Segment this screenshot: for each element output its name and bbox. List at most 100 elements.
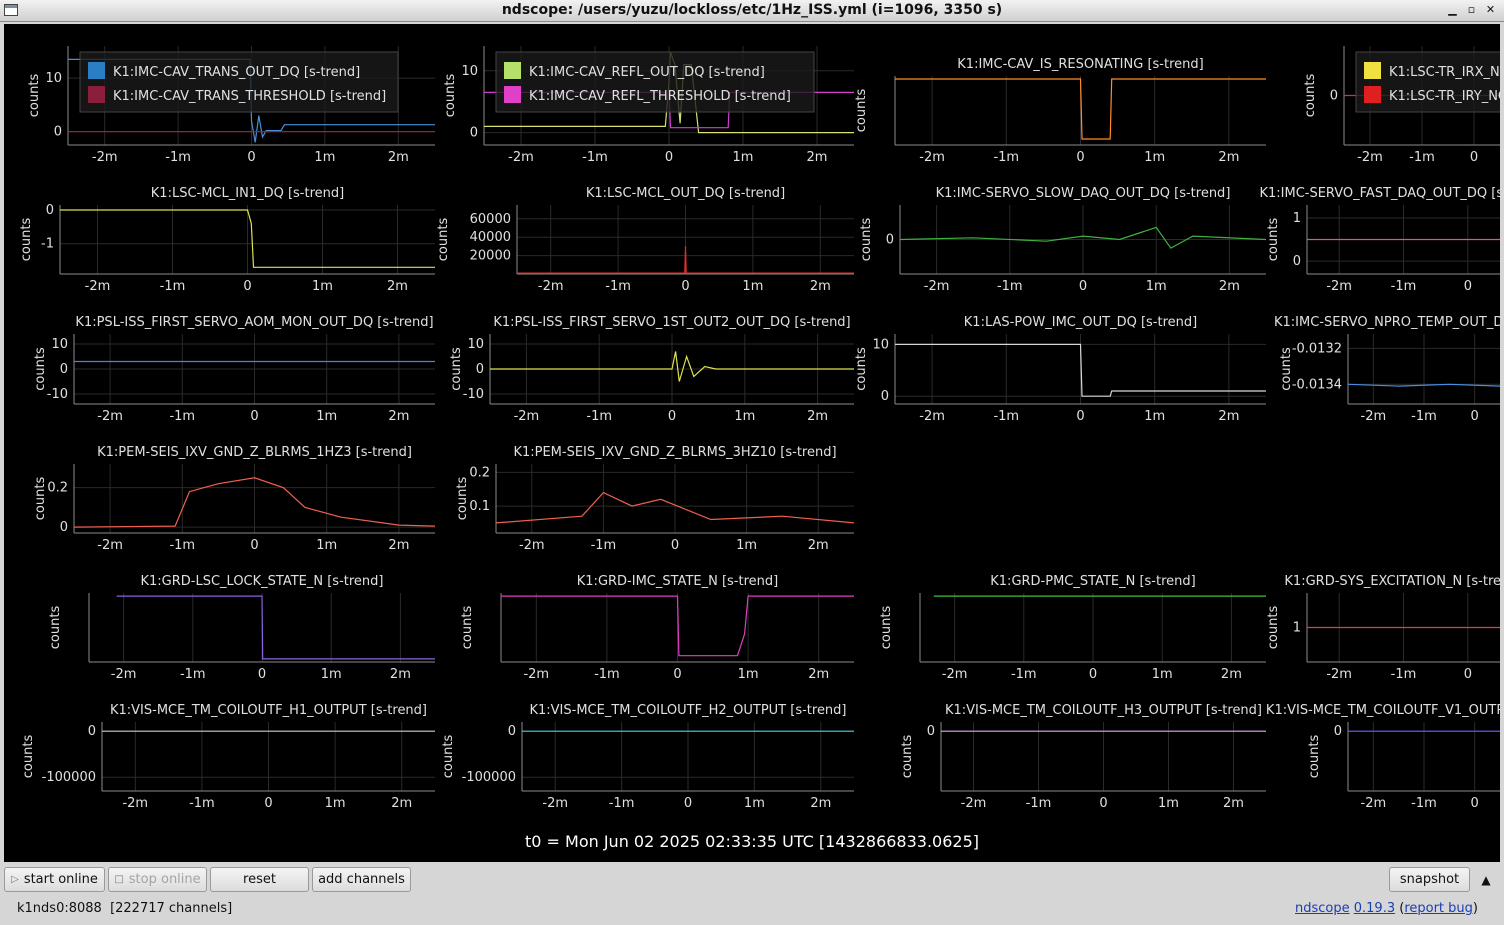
x-tick-label: 0 [1079, 279, 1087, 294]
plot-title: K1:LAS-POW_IMC_OUT_DQ [s-trend] [964, 315, 1197, 330]
x-tick-label: 1m [734, 409, 755, 424]
x-tick-label: -2m [538, 279, 564, 294]
x-tick-label: -2m [97, 409, 123, 424]
x-tick-label: -2m [92, 150, 118, 165]
x-tick-label: -2m [542, 796, 568, 811]
x-tick-label: 2m [387, 279, 408, 294]
x-tick-label: -1m [189, 796, 215, 811]
add-channels-label: add channels [318, 872, 405, 887]
y-tick-label: 0 [886, 233, 894, 248]
y-tick-label: -100000 [42, 770, 96, 785]
x-tick-label: 2m [808, 538, 829, 553]
y-axis-label: counts [436, 218, 451, 262]
y-tick-label: 0 [470, 126, 478, 141]
x-tick-label: 0 [665, 150, 673, 165]
version-link[interactable]: 0.19.3 [1354, 901, 1395, 916]
legend-swatch [88, 62, 105, 79]
plot-title: K1:VIS-MCE_TM_COILOUTF_H1_OUTPUT [s-tren… [110, 703, 427, 718]
y-tick-label: -0.0134 [1292, 377, 1342, 392]
x-tick-label: -1m [591, 538, 617, 553]
y-axis-label: counts [21, 735, 36, 779]
x-tick-label: -2m [942, 667, 968, 682]
x-tick-label: 2m [810, 279, 831, 294]
y-axis-label: counts [1266, 218, 1281, 262]
legend-label: K1:IMC-CAV_REFL_THRESHOLD [s-trend] [529, 89, 791, 104]
stop-online-button[interactable]: □ stop online [108, 867, 207, 892]
x-tick-label: 1m [1152, 667, 1173, 682]
y-tick-label: 10 [872, 337, 889, 352]
status-bar: k1nds0:8088 [222717 channels] ndscope 0.… [0, 896, 1504, 925]
x-tick-label: 0 [264, 796, 272, 811]
y-axis-label: counts [441, 735, 456, 779]
maximize-icon[interactable]: ▫ [1464, 2, 1479, 18]
y-axis-label: counts [460, 606, 475, 650]
x-tick-label: -1m [1011, 667, 1037, 682]
plot-title: K1:LSC-MCL_OUT_DQ [s-trend] [586, 186, 785, 201]
plot-title: K1:PSL-ISS_FIRST_SERVO_AOM_MON_OUT_DQ [s… [75, 315, 433, 330]
plot-title: K1:GRD-LSC_LOCK_STATE_N [s-trend] [140, 574, 383, 589]
add-channels-button[interactable]: add channels [312, 867, 411, 892]
plot-area[interactable]: -2m -1m 0 1m 2m 0 10 counts K1:IMC-CAV_TRANS_OUT… [4, 24, 1500, 862]
plot-title: K1:PEM-SEIS_IXV_GND_Z_BLRMS_1HZ3 [s-tren… [97, 445, 412, 460]
x-tick-label: -2m [111, 667, 137, 682]
y-tick-label: 0 [881, 389, 889, 404]
legend-label: K1:LSC-TR_IRY_NORM [s-trend] [1389, 89, 1500, 104]
x-tick-label: 2m [1218, 150, 1239, 165]
x-tick-label: 2m [390, 667, 411, 682]
plot-title: K1:PEM-SEIS_IXV_GND_Z_BLRMS_3HZ10 [s-tre… [513, 445, 836, 460]
x-tick-label: 1m [314, 150, 335, 165]
x-tick-label: 2m [1223, 796, 1244, 811]
expand-toggle-button[interactable]: ▲ [1474, 867, 1498, 892]
x-tick-label: 2m [388, 150, 409, 165]
series-line [517, 246, 854, 274]
x-tick-label: 0 [681, 279, 689, 294]
y-tick-label: 1 [1293, 211, 1301, 226]
y-axis-label: counts [33, 477, 48, 521]
legend-swatch [504, 62, 521, 79]
snapshot-button[interactable]: snapshot [1389, 867, 1470, 892]
x-tick-label: 0 [668, 409, 676, 424]
ndscope-link[interactable]: ndscope [1295, 901, 1350, 916]
x-tick-label: 0 [1471, 409, 1479, 424]
x-tick-label: 1m [733, 150, 754, 165]
x-tick-label: 2m [388, 538, 409, 553]
y-tick-label: 10 [45, 71, 62, 86]
y-tick-label: 0 [1293, 254, 1301, 269]
x-tick-label: 1m [744, 796, 765, 811]
start-online-button[interactable]: ▷ start online [4, 867, 105, 892]
title-bar: ndscope: /users/yuzu/lockloss/etc/1Hz_IS… [0, 0, 1504, 22]
plots-canvas[interactable]: -2m -1m 0 1m 2m010countsK1:IMC-CAV_TRANS_OUT… [4, 24, 1500, 862]
x-tick-label: 2m [807, 409, 828, 424]
x-tick-label: 2m [808, 667, 829, 682]
toolbar: ▷ start online □ stop online reset add c… [0, 864, 1504, 894]
x-tick-label: -1m [180, 667, 206, 682]
report-bug-link[interactable]: report bug [1404, 901, 1473, 916]
x-tick-label: 1m [1144, 409, 1165, 424]
close-icon[interactable]: ✕ [1483, 2, 1498, 18]
x-tick-label: 0 [671, 538, 679, 553]
series-line [116, 595, 435, 660]
x-tick-label: 0 [1089, 667, 1097, 682]
x-tick-label: -1m [582, 150, 608, 165]
x-tick-label: 0 [250, 409, 258, 424]
x-tick-label: 1m [742, 279, 763, 294]
y-tick-label: 0 [60, 362, 68, 377]
y-tick-label: 0 [476, 362, 484, 377]
plot-title: K1:GRD-IMC_STATE_N [s-trend] [577, 574, 778, 589]
minimize-icon[interactable]: ▁ [1445, 2, 1460, 18]
x-tick-label: -2m [514, 409, 540, 424]
plot-title: K1:LSC-MCL_IN1_DQ [s-trend] [151, 186, 344, 201]
x-tick-label: 1m [312, 279, 333, 294]
legend-label: K1:LSC-TR_IRX_NORM [s-trend] [1389, 65, 1500, 80]
legend-swatch [88, 86, 105, 103]
x-tick-label: -1m [997, 279, 1023, 294]
y-axis-label: counts [455, 477, 470, 521]
y-tick-label: 0 [46, 203, 54, 218]
x-tick-label: -2m [519, 538, 545, 553]
x-tick-label: 2m [391, 796, 412, 811]
play-icon: ▷ [11, 874, 19, 885]
x-tick-label: 2m [388, 409, 409, 424]
x-tick-label: -1m [1411, 796, 1437, 811]
x-tick-label: 0 [1471, 796, 1479, 811]
reset-button[interactable]: reset [210, 867, 309, 892]
